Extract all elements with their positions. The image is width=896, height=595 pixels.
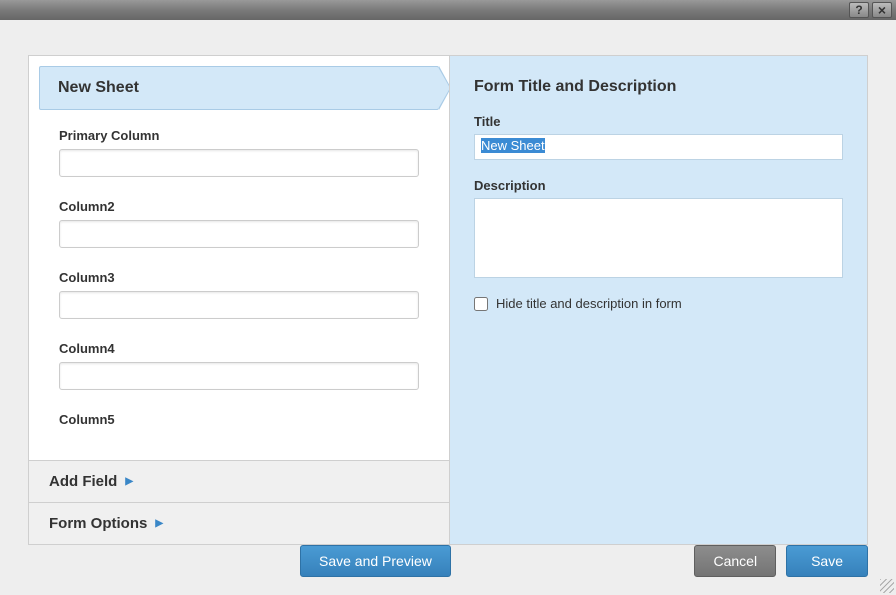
chevron-right-icon: ▶: [155, 518, 163, 529]
form-fields-scroll[interactable]: New Sheet Primary Column Column2 Column3…: [29, 56, 449, 460]
chevron-right-icon: ▶: [125, 476, 133, 487]
field-input-column2[interactable]: [59, 220, 419, 248]
description-label: Description: [474, 178, 843, 193]
help-button[interactable]: ?: [849, 2, 869, 18]
field-block: Column3: [39, 270, 439, 319]
title-input[interactable]: New Sheet: [474, 134, 843, 160]
close-icon: ×: [878, 4, 886, 16]
resize-handle-icon[interactable]: [880, 579, 894, 593]
close-button[interactable]: ×: [872, 2, 892, 18]
right-pane: Form Title and Description Title New She…: [450, 56, 867, 544]
form-title-tab-label: New Sheet: [58, 79, 139, 96]
description-textarea[interactable]: [474, 198, 843, 278]
field-label: Column3: [59, 270, 419, 285]
field-block: Column5: [39, 412, 439, 427]
field-input-primary[interactable]: [59, 149, 419, 177]
field-input-column4[interactable]: [59, 362, 419, 390]
form-title-tab[interactable]: New Sheet: [39, 66, 439, 110]
field-label: Column2: [59, 199, 419, 214]
form-dialog: New Sheet Primary Column Column2 Column3…: [28, 55, 868, 545]
field-label: Column5: [59, 412, 419, 427]
field-label: Primary Column: [59, 128, 419, 143]
field-block: Column2: [39, 199, 439, 248]
left-pane: New Sheet Primary Column Column2 Column3…: [29, 56, 450, 544]
form-options-label: Form Options: [49, 515, 147, 532]
help-icon: ?: [855, 3, 862, 17]
hide-checkbox-label: Hide title and description in form: [496, 296, 682, 311]
hide-checkbox-row: Hide title and description in form: [474, 296, 843, 311]
field-block: Column4: [39, 341, 439, 390]
title-input-value: New Sheet: [481, 138, 545, 153]
add-field-label: Add Field: [49, 473, 117, 490]
window-titlebar: ? ×: [0, 0, 896, 20]
dialog-button-bar: Cancel Save: [0, 545, 896, 577]
title-label: Title: [474, 114, 843, 129]
form-options-section[interactable]: Form Options ▶: [29, 502, 449, 544]
add-field-section[interactable]: Add Field ▶: [29, 460, 449, 502]
field-block: Primary Column: [39, 128, 439, 177]
field-input-column3[interactable]: [59, 291, 419, 319]
cancel-button[interactable]: Cancel: [694, 545, 776, 577]
right-heading: Form Title and Description: [474, 78, 843, 96]
hide-checkbox[interactable]: [474, 297, 488, 311]
field-label: Column4: [59, 341, 419, 356]
save-button[interactable]: Save: [786, 545, 868, 577]
